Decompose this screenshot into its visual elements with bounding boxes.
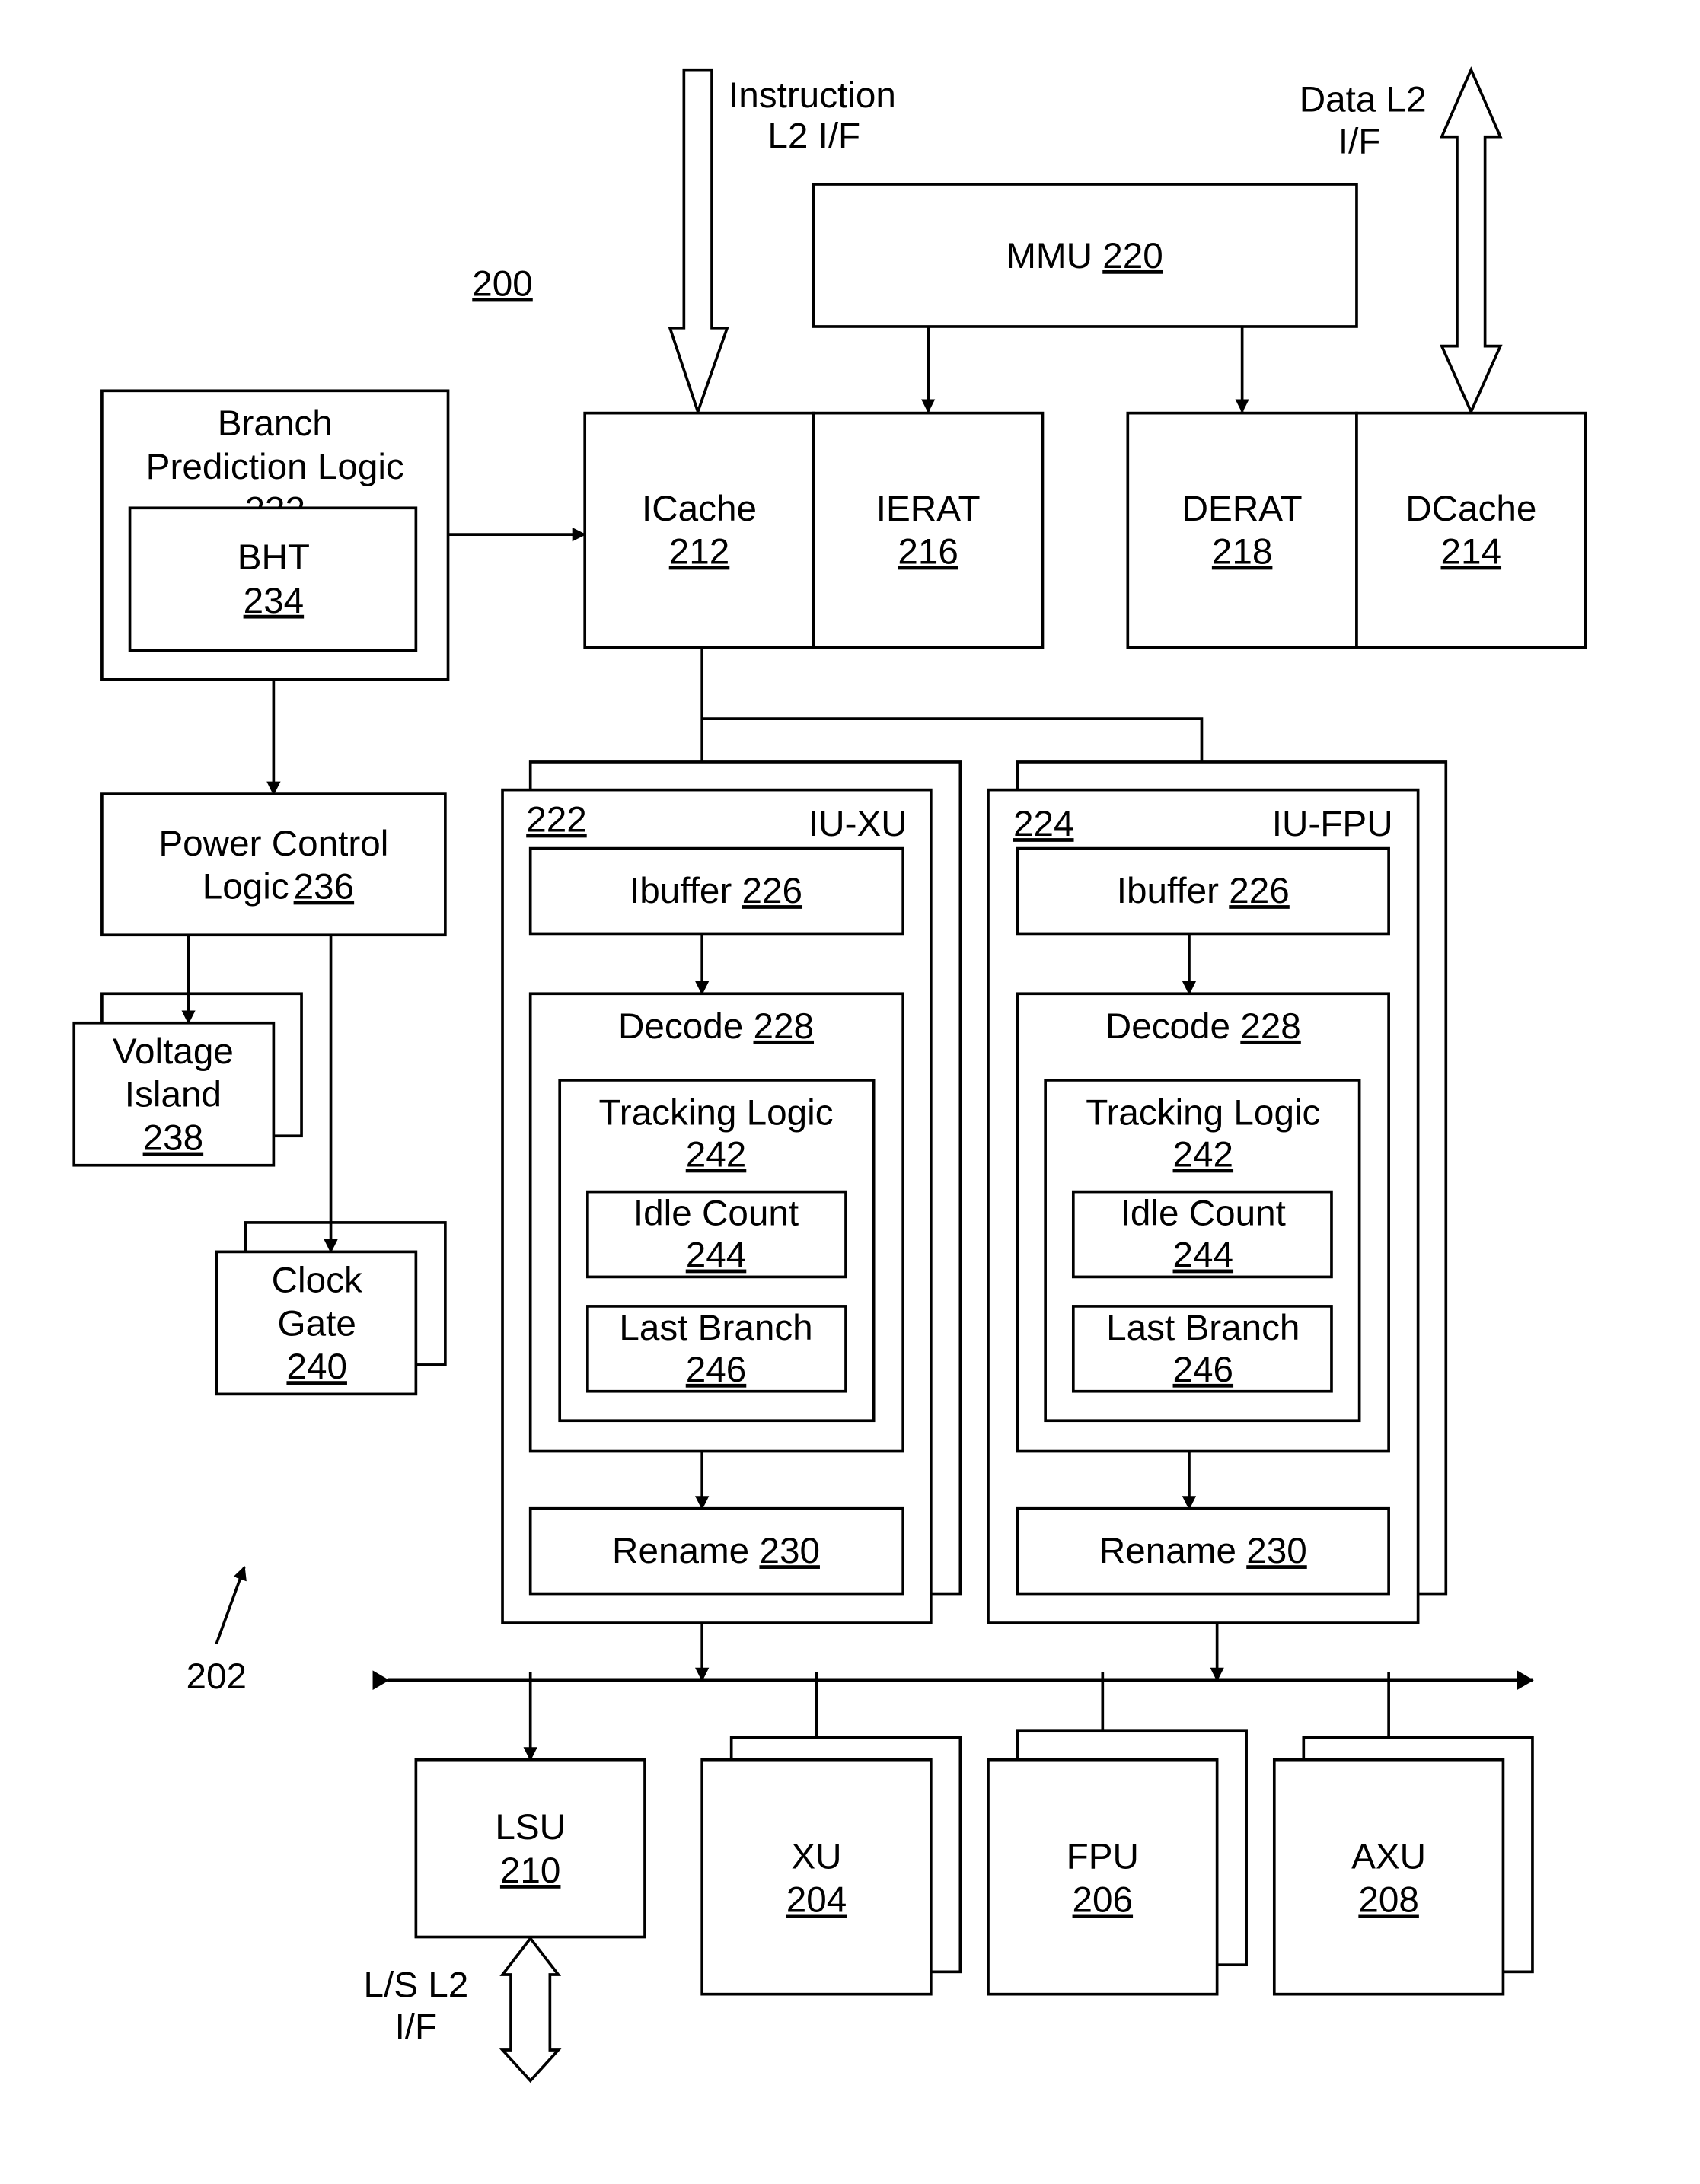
ls-l2-label-2: I/F — [395, 2007, 438, 2047]
instruction-l2-label-1: Instruction — [729, 75, 896, 116]
svg-text:IERAT: IERAT — [876, 489, 981, 529]
svg-text:238: 238 — [143, 1118, 204, 1159]
svg-text:Prediction Logic: Prediction Logic — [146, 447, 404, 487]
issue-unit-xu: 222 IU-XU Ibuffer 226 Decode 228 Trackin… — [501, 760, 962, 1624]
svg-text:Logic: Logic — [203, 867, 289, 907]
svg-text:206: 206 — [1073, 1880, 1134, 1921]
ls-l2-arrow — [499, 1936, 562, 2084]
issue-unit-fpu: 224 IU-FPU Ibuffer 226 Decode 228 Tracki… — [987, 760, 1448, 1624]
pointer-arrow — [215, 1565, 247, 1645]
svg-text:214: 214 — [1441, 532, 1502, 572]
svg-text:246: 246 — [686, 1350, 747, 1390]
svg-text:204: 204 — [786, 1880, 847, 1921]
svg-text:Tracking Logic: Tracking Logic — [598, 1093, 833, 1133]
power-control-block: Power Control Logic 236 — [100, 792, 447, 937]
svg-text:AXU: AXU — [1351, 1837, 1426, 1877]
svg-text:ICache: ICache — [642, 489, 757, 529]
svg-text:246: 246 — [1173, 1350, 1234, 1390]
svg-text:218: 218 — [1212, 532, 1273, 572]
instruction-l2-arrow — [668, 68, 729, 416]
svg-text:242: 242 — [1173, 1135, 1234, 1175]
svg-text:242: 242 — [686, 1135, 747, 1175]
svg-text:Last Branch: Last Branch — [1106, 1308, 1300, 1348]
svg-text:236: 236 — [294, 867, 355, 907]
svg-text:FPU: FPU — [1067, 1837, 1139, 1877]
fpu-block: FPU 206 — [987, 1729, 1248, 1996]
mmu-ref: 220 — [1102, 236, 1163, 276]
svg-text:XU: XU — [791, 1837, 841, 1877]
svg-text:DCache: DCache — [1405, 489, 1536, 529]
svg-text:IU-XU: IU-XU — [809, 804, 907, 844]
svg-text:Idle Count: Idle Count — [1121, 1194, 1286, 1234]
svg-text:Power Control: Power Control — [158, 824, 388, 864]
ierat-block: IERAT 216 — [812, 411, 1045, 649]
svg-text:Voltage: Voltage — [113, 1031, 234, 1072]
svg-text:DERAT: DERAT — [1182, 489, 1303, 529]
svg-text:LSU: LSU — [495, 1807, 566, 1848]
axu-block: AXU 208 — [1272, 1736, 1534, 1996]
svg-text:Decode 228: Decode 228 — [1105, 1006, 1301, 1047]
svg-text:216: 216 — [898, 532, 958, 572]
svg-text:224: 224 — [1013, 804, 1074, 844]
data-l2-label-1: Data L2 — [1300, 80, 1427, 120]
svg-text:MMU 220: MMU 220 — [1006, 236, 1163, 276]
bht-name: BHT — [238, 537, 310, 578]
svg-text:Ibuffer 226: Ibuffer 226 — [1117, 871, 1290, 911]
svg-text:222: 222 — [526, 800, 587, 840]
svg-text:IU-FPU: IU-FPU — [1272, 804, 1393, 844]
svg-text:208: 208 — [1358, 1880, 1419, 1921]
ls-l2-label-1: L/S L2 — [363, 1965, 468, 2005]
svg-text:Last Branch: Last Branch — [619, 1308, 812, 1348]
pointer-ref: 202 — [186, 1656, 247, 1697]
derat-block: DERAT 218 — [1126, 411, 1358, 649]
mmu-block: MMU 220 — [812, 183, 1358, 328]
processor-block-diagram: 200 Instruction L2 I/F Data L2 I/F MMU 2… — [72, 66, 1587, 2084]
lsu-block: LSU 210 — [414, 1758, 646, 1939]
instruction-l2-label-2: L2 I/F — [767, 116, 860, 156]
svg-text:Rename 230: Rename 230 — [612, 1531, 820, 1571]
svg-text:Gate: Gate — [278, 1303, 356, 1344]
svg-text:Rename 230: Rename 230 — [1099, 1531, 1307, 1571]
xu-block: XU 204 — [700, 1736, 962, 1996]
svg-text:Idle Count: Idle Count — [633, 1194, 799, 1234]
bht-ref: 234 — [244, 581, 305, 621]
svg-text:Ibuffer 226: Ibuffer 226 — [630, 871, 802, 911]
branch-prediction-block: Branch Prediction Logic 232 BHT 234 — [100, 389, 450, 681]
data-l2-label-2: I/F — [1338, 122, 1381, 162]
data-l2-arrow — [1439, 66, 1503, 416]
mmu-name: MMU — [1006, 236, 1092, 276]
svg-text:Island: Island — [125, 1075, 222, 1115]
svg-text:212: 212 — [669, 532, 730, 572]
icache-block: ICache 212 — [583, 411, 815, 649]
svg-text:244: 244 — [1173, 1235, 1234, 1276]
svg-text:210: 210 — [500, 1851, 561, 1891]
svg-text:244: 244 — [686, 1235, 747, 1276]
svg-text:Clock: Clock — [272, 1261, 362, 1301]
svg-text:Tracking Logic: Tracking Logic — [1086, 1093, 1320, 1133]
svg-text:240: 240 — [286, 1347, 347, 1387]
dcache-block: DCache 214 — [1355, 411, 1587, 649]
figure-ref: 200 — [472, 264, 533, 304]
svg-text:Decode 228: Decode 228 — [618, 1006, 814, 1047]
svg-text:Branch: Branch — [218, 403, 333, 444]
